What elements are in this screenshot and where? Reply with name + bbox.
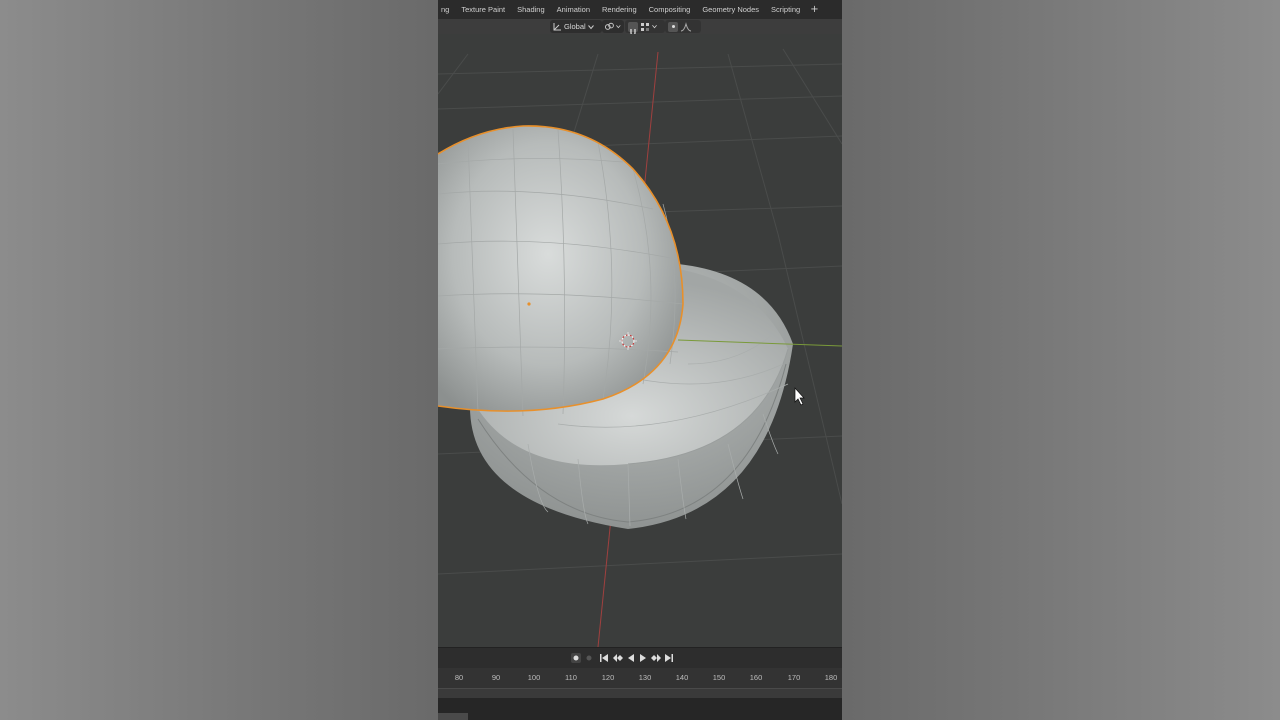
viewport-canvas[interactable]	[438, 34, 842, 647]
chevron-down-icon	[616, 25, 621, 29]
frame-label: 140	[675, 673, 689, 682]
frame-label: 130	[638, 673, 652, 682]
workspace-tab-bar: ng Texture Paint Shading Animation Rende…	[438, 0, 842, 19]
tab-texture-paint[interactable]: Texture Paint	[455, 0, 511, 19]
transform-orientation-dropdown[interactable]: Global	[550, 20, 602, 33]
status-bar	[438, 698, 842, 720]
frame-label: 90	[491, 673, 501, 682]
tab-geometry-nodes[interactable]: Geometry Nodes	[696, 0, 765, 19]
tab-rendering[interactable]: Rendering	[596, 0, 643, 19]
frame-label: 110	[565, 673, 577, 682]
tab-animation[interactable]: Animation	[551, 0, 596, 19]
jump-start-icon[interactable]	[599, 653, 609, 663]
link-icon	[605, 22, 614, 30]
tab-compositing[interactable]: Compositing	[643, 0, 697, 19]
tab-shading[interactable]: Shading	[511, 0, 551, 19]
jump-end-icon[interactable]	[664, 653, 674, 663]
frame-label: 150	[712, 673, 726, 682]
playback-controls	[438, 647, 842, 669]
record-icon[interactable]	[571, 653, 581, 663]
status-bar-segment	[438, 713, 468, 720]
play-reverse-icon[interactable]	[626, 653, 636, 663]
auto-key-icon[interactable]	[584, 653, 594, 663]
frame-label: 170	[787, 673, 801, 682]
viewport-header-tools: Global	[438, 19, 842, 36]
frame-label: 160	[749, 673, 763, 682]
frame-ruler[interactable]: 80 90 100 110 120 130 140 150 160 170 18…	[438, 668, 842, 688]
frame-label: 80	[454, 673, 464, 682]
falloff-curve-icon	[680, 21, 692, 31]
snap-toggle-group[interactable]	[625, 20, 665, 36]
chevron-down-icon	[652, 24, 657, 29]
add-workspace-button[interactable]: +	[806, 0, 822, 19]
object-origin-dot	[527, 302, 531, 306]
frame-label: 120	[601, 673, 615, 682]
play-icon[interactable]	[638, 653, 648, 663]
jump-keyframe-back-icon[interactable]	[612, 653, 623, 663]
blender-window: ng Texture Paint Shading Animation Rende…	[438, 0, 842, 720]
orientation-axes-icon	[553, 23, 561, 31]
orientation-label: Global	[564, 22, 586, 31]
magnet-snap-icon	[628, 21, 638, 36]
pivot-point-dropdown[interactable]	[602, 20, 624, 33]
proportional-edit-icon	[668, 21, 678, 32]
jump-keyframe-forward-icon[interactable]	[650, 653, 661, 663]
tab-partial[interactable]: ng	[438, 0, 455, 19]
snap-grid-icon	[641, 22, 649, 31]
proportional-edit-group[interactable]	[665, 20, 701, 33]
chevron-down-icon	[587, 24, 594, 29]
mouse-pointer-icon	[794, 387, 805, 406]
frame-label: 100	[527, 673, 541, 682]
tab-scripting[interactable]: Scripting	[765, 0, 806, 19]
workspace-tabs: ng Texture Paint Shading Animation Rende…	[438, 0, 823, 19]
frame-label: 180	[824, 673, 838, 682]
3d-viewport[interactable]	[438, 34, 842, 647]
